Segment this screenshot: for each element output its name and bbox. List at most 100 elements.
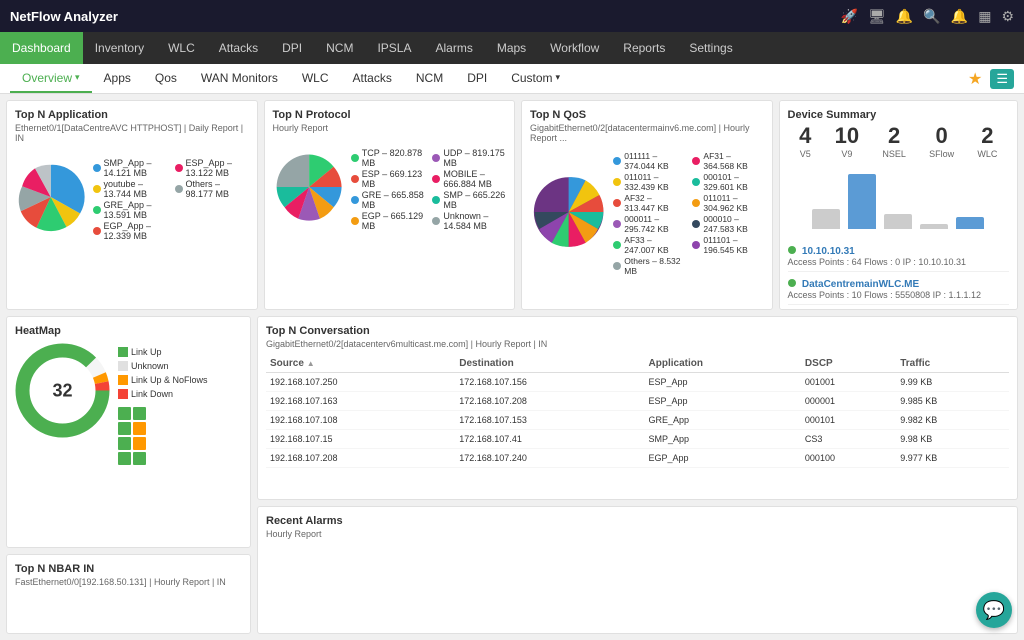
monitor-icon[interactable]: 🖥 — [868, 8, 886, 25]
nav-dashboard[interactable]: Dashboard — [0, 32, 83, 64]
hm-cell — [133, 437, 146, 450]
device-stats: 4 V5 10 V9 2 NSEL 0 SFlow 2 WLC — [788, 123, 1009, 159]
nav-maps[interactable]: Maps — [485, 32, 538, 64]
grid-icon[interactable]: ▦ — [978, 8, 991, 25]
hm-col — [133, 407, 146, 465]
legend-link-up: Link Up — [118, 347, 208, 357]
top-n-nbar-title: Top N NBAR IN — [15, 563, 242, 575]
recent-alarms-title: Recent Alarms — [266, 515, 1009, 527]
subnav-overview[interactable]: Overview ▾ — [10, 64, 92, 93]
device-summary-card: Device Summary 4 V5 10 V9 2 NSEL 0 SFlow — [779, 100, 1018, 310]
legend-dot — [351, 217, 359, 225]
subnav-custom[interactable]: Custom ▾ — [499, 64, 572, 93]
nav-inventory[interactable]: Inventory — [83, 32, 156, 64]
col-destination[interactable]: Destination — [455, 355, 644, 373]
col-traffic[interactable]: Traffic — [896, 355, 1009, 373]
heatmap-content: 32 Link Up Unknown Link Up & NoFlows Lin… — [15, 343, 242, 465]
legend-dot — [93, 206, 101, 214]
table-row: 192.168.107.163 172.168.107.208 ESP_App … — [266, 392, 1009, 411]
subnav-wlc[interactable]: WLC — [290, 64, 341, 93]
app-title: NetFlow Analyzer — [10, 9, 118, 24]
device-item-2: DataCentremainWLC.ME Access Points : 10 … — [788, 272, 1009, 305]
legend-item: AF33 – 247.007 KB — [613, 235, 684, 255]
rocket-icon[interactable]: 🚀 — [841, 8, 858, 25]
status-indicator — [788, 279, 796, 287]
legend-dot — [613, 220, 621, 228]
top-n-protocol-card: Top N Protocol Hourly Report TCP – 820.8… — [264, 100, 516, 310]
top-n-nbar-subtitle: FastEthernet0/0[192.168.50.131] | Hourly… — [15, 577, 242, 587]
top-n-application-pie — [15, 147, 87, 247]
dashboard-grid-button[interactable]: ☰ — [990, 69, 1014, 89]
col-application[interactable]: Application — [645, 355, 801, 373]
legend-dot — [175, 164, 183, 172]
heatmap-donut: 32 — [15, 343, 110, 438]
recent-alarms-card: Recent Alarms Hourly Report — [257, 506, 1018, 634]
subnav-right: ★ ☰ — [968, 69, 1014, 89]
gear-icon[interactable]: ⚙ — [1001, 8, 1014, 25]
bar-nsel — [884, 214, 912, 229]
legend-item: AF32 – 313.447 KB — [613, 193, 684, 213]
legend-item: AF31 – 364.568 KB — [692, 151, 763, 171]
stat-wlc: 2 WLC — [977, 123, 997, 159]
legend-item: GRE_App – 13.591 MB — [93, 200, 167, 220]
subnav-apps[interactable]: Apps — [92, 64, 143, 93]
legend-item: 011111 – 374.044 KB — [613, 151, 684, 171]
notification-icon[interactable]: 🔔 — [896, 8, 913, 25]
top-bar: NetFlow Analyzer 🚀 🖥 🔔 🔍 🔔 ▦ ⚙ — [0, 0, 1024, 32]
top-n-protocol-legend: TCP – 820.878 MB UDP – 819.175 MB ESP – … — [351, 148, 506, 231]
sub-nav: Overview ▾ Apps Qos WAN Monitors WLC Att… — [0, 64, 1024, 94]
main-container: Top N Application Ethernet0/1[DataCentre… — [0, 94, 1024, 640]
top-n-application-subtitle: Ethernet0/1[DataCentreAVC HTTPHOST] | Da… — [15, 123, 249, 143]
device-item-1: 10.10.10.31 Access Points : 64 Flows : 0… — [788, 239, 1009, 272]
legend-dot — [93, 227, 101, 235]
legend-item: TCP – 820.878 MB — [351, 148, 425, 168]
subnav-dpi[interactable]: DPI — [455, 64, 499, 93]
chat-fab-button[interactable]: 💬 — [976, 592, 1012, 628]
nav-alarms[interactable]: Alarms — [423, 32, 484, 64]
nav-settings[interactable]: Settings — [677, 32, 744, 64]
legend-item: Others – 8.532 MB — [613, 256, 684, 276]
top-n-protocol-pie — [273, 137, 345, 237]
nav-attacks[interactable]: Attacks — [207, 32, 270, 64]
search-icon[interactable]: 🔍 — [923, 8, 940, 25]
nav-ncm[interactable]: NCM — [314, 32, 365, 64]
legend-unknown: Unknown — [118, 361, 208, 371]
legend-item: 000011 – 295.742 KB — [613, 214, 684, 234]
custom-dropdown-icon: ▾ — [556, 72, 561, 83]
favorite-star-icon[interactable]: ★ — [968, 69, 982, 89]
subnav-wan-monitors[interactable]: WAN Monitors — [189, 64, 290, 93]
stat-v9: 10 V9 — [835, 123, 859, 159]
nav-reports[interactable]: Reports — [611, 32, 677, 64]
legend-item: 000010 – 247.583 KB — [692, 214, 763, 234]
alert-icon[interactable]: 🔔 — [951, 8, 968, 25]
hm-cell — [118, 437, 131, 450]
hm-cell — [118, 407, 131, 420]
col-dscp[interactable]: DSCP — [801, 355, 896, 373]
top-row: Top N Application Ethernet0/1[DataCentre… — [6, 100, 1018, 310]
nav-dpi[interactable]: DPI — [270, 32, 314, 64]
legend-item: 000101 – 329.601 KB — [692, 172, 763, 192]
top-n-protocol-subtitle: Hourly Report — [273, 123, 507, 133]
legend-dot — [613, 157, 621, 165]
legend-dot — [175, 185, 183, 193]
legend-item: Unknown – 14.584 MB — [432, 211, 506, 231]
legend-item: EGP_App – 12.339 MB — [93, 221, 167, 241]
subnav-qos[interactable]: Qos — [143, 64, 189, 93]
legend-dot — [432, 196, 440, 204]
legend-link-down: Link Down — [118, 389, 208, 399]
subnav-attacks[interactable]: Attacks — [341, 64, 404, 93]
col-source[interactable]: Source ▲ — [266, 355, 455, 373]
legend-item: youtube – 13.744 MB — [93, 179, 167, 199]
legend-item: 011011 – 332.439 KB — [613, 172, 684, 192]
nav-workflow[interactable]: Workflow — [538, 32, 611, 64]
bar-wlc — [956, 217, 984, 229]
legend-dot — [351, 196, 359, 204]
legend-dot — [692, 178, 700, 186]
stat-v5: 4 V5 — [799, 123, 811, 159]
subnav-ncm[interactable]: NCM — [404, 64, 455, 93]
heatmap-card: HeatMap 32 Link Up Unknow — [6, 316, 251, 548]
nav-bar: Dashboard Inventory WLC Attacks DPI NCM … — [0, 32, 1024, 64]
nav-wlc[interactable]: WLC — [156, 32, 207, 64]
legend-item: 011011 – 304.962 KB — [692, 193, 763, 213]
nav-ipsla[interactable]: IPSLA — [365, 32, 423, 64]
